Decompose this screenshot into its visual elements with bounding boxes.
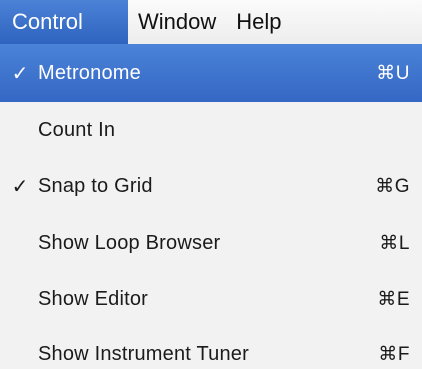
menu-control[interactable]: Control [0,0,128,44]
menu-item-shortcut: ⌘L [379,232,410,254]
menu-item-label: Count In [38,118,116,141]
menu-item-shortcut: ⌘E [377,288,410,310]
menu-window[interactable]: Window [128,0,226,44]
menu-help[interactable]: Help [226,0,291,44]
menu-item-label: Metronome [38,61,141,84]
menu-item-shortcut: ⌘U [376,62,410,84]
menu-item-show-instrument-tuner[interactable]: Show Instrument Tuner ⌘F [0,326,422,369]
menu-item-label: Snap to Grid [38,174,153,197]
menu-item-shortcut: ⌘G [375,175,410,197]
menu-item-shortcut: ⌘F [378,343,410,365]
menu-item-label: Show Editor [38,287,149,310]
menu-item-snap-to-grid[interactable]: ✓ Snap to Grid ⌘G [0,158,422,214]
menu-item-show-loop-browser[interactable]: Show Loop Browser ⌘L [0,215,422,271]
menu-bar: Control Window Help [0,0,422,44]
menu-item-metronome[interactable]: ✓ Metronome ⌘U [0,44,422,102]
checkmark-icon: ✓ [11,62,29,85]
checkmark-icon: ✓ [11,175,29,198]
control-dropdown-menu: ✓ Metronome ⌘U Count In ✓ Snap to Grid ⌘… [0,44,422,369]
menu-item-label: Show Instrument Tuner [38,342,249,365]
screen: Control Window Help ✓ Metronome ⌘U Count… [0,0,422,369]
menu-item-show-editor[interactable]: Show Editor ⌘E [0,271,422,327]
menu-item-count-in[interactable]: Count In [0,102,422,158]
menu-item-label: Show Loop Browser [38,231,221,254]
